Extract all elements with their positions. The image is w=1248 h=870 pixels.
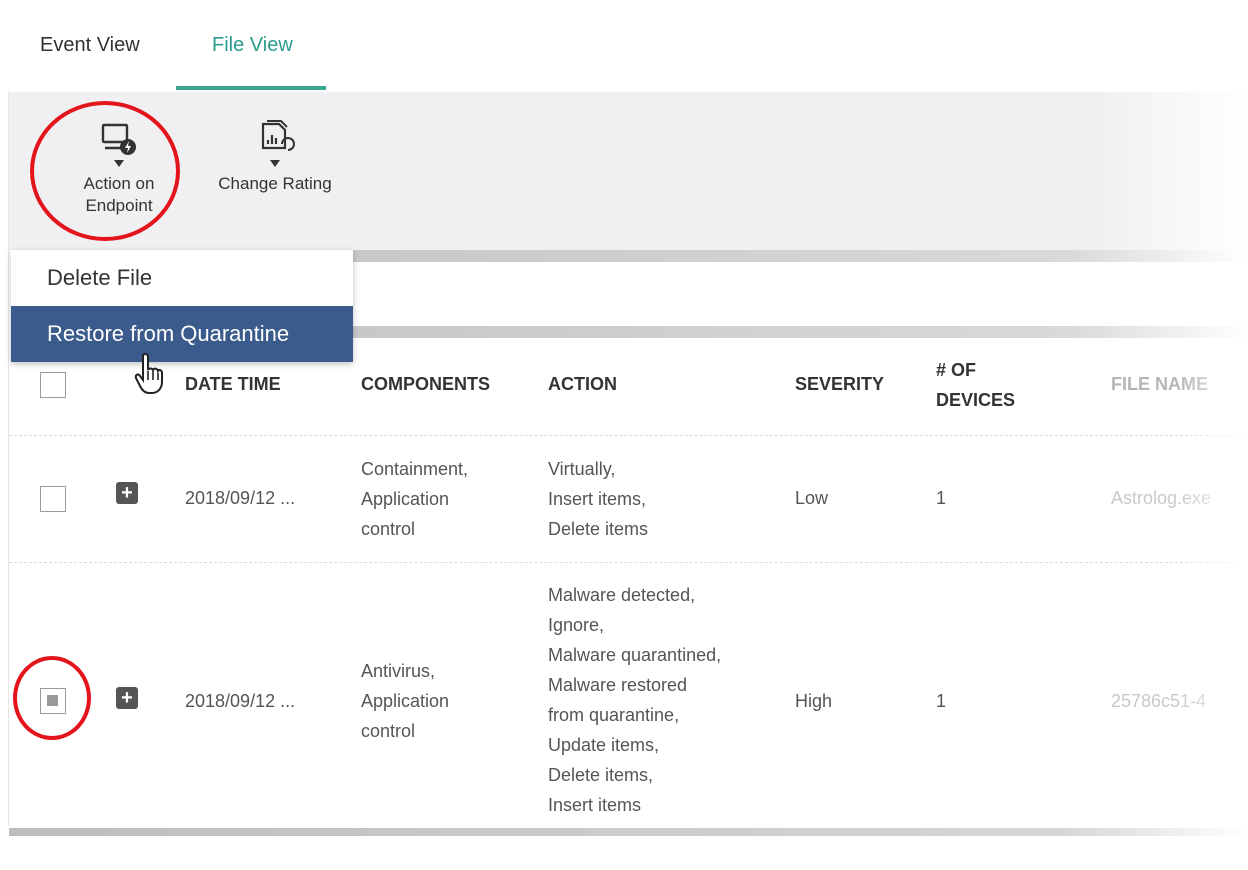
change-rating-button[interactable]: Change Rating <box>205 118 345 195</box>
chevron-down-icon <box>270 160 280 167</box>
table-row[interactable]: + 2018/09/12 ... Containment, Applicatio… <box>9 437 1248 563</box>
select-all-checkbox[interactable] <box>40 372 66 398</box>
cell-date-time: 2018/09/12 ... <box>185 488 296 508</box>
column-header-file-name[interactable]: FILE NAME <box>1111 374 1208 395</box>
hand-cursor-icon <box>134 352 163 394</box>
bottom-divider <box>9 828 1248 836</box>
row-checkbox[interactable] <box>40 688 66 714</box>
column-header-date-time[interactable]: DATE TIME <box>185 374 281 395</box>
document-rating-icon <box>261 120 295 151</box>
column-header-devices-line2[interactable]: DEVICES <box>936 390 1015 411</box>
column-header-action[interactable]: ACTION <box>548 374 617 395</box>
action-dropdown-menu: Delete File Restore from Quarantine <box>11 250 353 362</box>
menu-item-restore-from-quarantine[interactable]: Restore from Quarantine <box>11 306 353 362</box>
cell-severity: High <box>795 691 833 711</box>
cell-action: Virtually, Insert items, Delete items <box>548 459 649 539</box>
cell-date-time: 2018/09/12 ... <box>185 691 296 711</box>
action-on-endpoint-button[interactable]: Action on Endpoint <box>73 122 165 217</box>
table-top-divider <box>350 326 1248 338</box>
row-checkbox[interactable] <box>40 486 66 512</box>
monitor-lightning-icon <box>101 123 136 155</box>
active-tab-indicator <box>176 86 326 90</box>
view-tabs: Event View File View <box>8 0 1248 92</box>
tab-event-view[interactable]: Event View <box>40 34 140 57</box>
action-on-endpoint-label-line1: Action on <box>83 174 155 193</box>
cell-file-name[interactable]: 25786c51-4 <box>1111 686 1206 716</box>
expand-row-button[interactable]: + <box>116 482 138 504</box>
table-row[interactable]: + 2018/09/12 ... Antivirus, Application … <box>9 564 1248 828</box>
cell-severity: Low <box>795 488 829 508</box>
cell-components: Containment, Application control <box>361 459 469 539</box>
change-rating-label: Change Rating <box>218 174 332 193</box>
column-header-devices-line1[interactable]: # OF <box>936 360 976 381</box>
expand-row-button[interactable]: + <box>116 687 138 709</box>
column-header-components[interactable]: COMPONENTS <box>361 374 490 395</box>
toolbar: Action on Endpoint Change Rating <box>9 92 1248 250</box>
cell-devices: 1 <box>936 488 947 508</box>
menu-item-delete-file[interactable]: Delete File <box>11 250 353 306</box>
cell-file-name[interactable]: Astrolog.exe <box>1111 483 1211 513</box>
tab-file-view[interactable]: File View <box>212 34 293 57</box>
column-header-severity[interactable]: SEVERITY <box>795 374 884 395</box>
action-on-endpoint-label-line2: Endpoint <box>85 196 153 215</box>
cell-components: Antivirus, Application control <box>361 661 450 741</box>
cell-devices: 1 <box>936 691 947 711</box>
toolbar-divider <box>350 250 1248 262</box>
chevron-down-icon <box>114 160 124 167</box>
cell-action: Malware detected, Ignore, Malware quaran… <box>548 585 722 815</box>
